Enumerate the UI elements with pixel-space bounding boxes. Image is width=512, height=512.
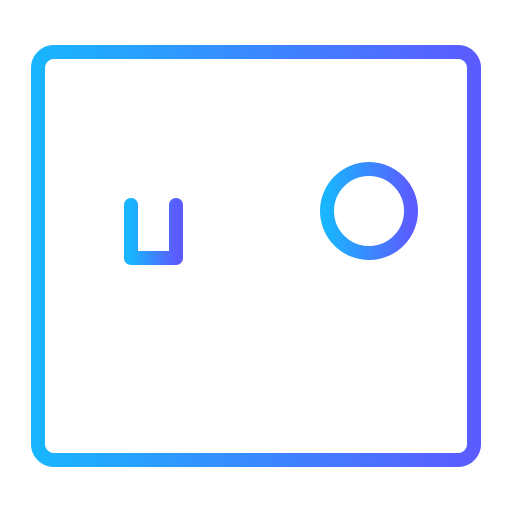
key-icon xyxy=(91,162,418,265)
key-bow-ring xyxy=(320,162,418,260)
key-bit xyxy=(124,198,183,265)
icon-canvas xyxy=(0,0,512,512)
browser-window-key-icon xyxy=(31,45,481,467)
content-text-lines xyxy=(125,316,385,411)
